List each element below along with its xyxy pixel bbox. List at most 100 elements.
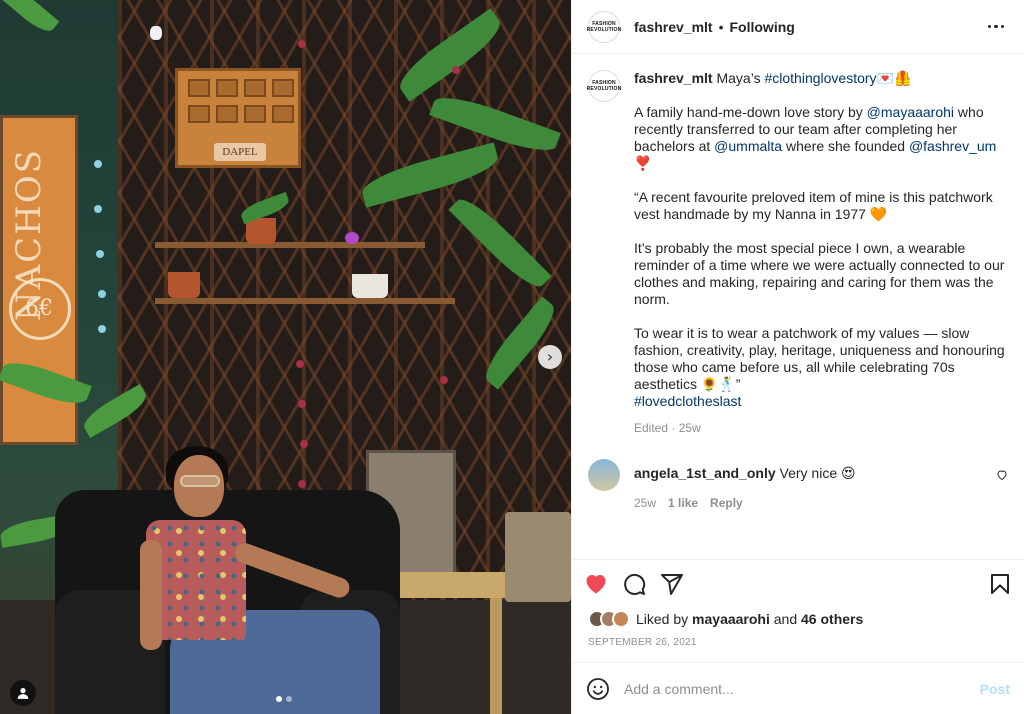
cabinet-drawer [244, 105, 266, 123]
photo-light-ball [296, 360, 304, 368]
photo-light-ball [452, 66, 460, 74]
account-avatar[interactable]: FASHION REVOLUTION [586, 10, 622, 43]
hashtag-link[interactable]: #lovedclotheslast [634, 393, 741, 409]
more-options-icon [987, 24, 992, 29]
bookmark-icon[interactable] [988, 572, 1012, 596]
photo-bulb [150, 26, 162, 40]
carousel-dot [276, 696, 282, 702]
liker-username[interactable]: mayaaarohi [692, 611, 770, 627]
mention-link[interactable]: @ummalta [714, 138, 782, 154]
comment-meta: 25w 1 like Reply [634, 496, 982, 510]
post-modal: NACHOS 6€ DAPEL › FASHION REVOLUTION fas… [0, 0, 1024, 714]
cabinet-drawer [272, 105, 294, 123]
cabinet-drawer [216, 79, 238, 97]
caption-paragraph: “A recent favourite preloved item of min… [634, 189, 993, 222]
post-comment-button[interactable]: Post [980, 681, 1010, 697]
photo-shelf [155, 242, 425, 248]
photo-cabinet: DAPEL [175, 68, 301, 168]
photo-sunglasses [180, 475, 220, 487]
cabinet-drawer [188, 79, 210, 97]
comments-section[interactable]: FASHION REVOLUTION fashrev_mlt Maya’s #c… [572, 54, 1024, 559]
photo-light-ball [298, 40, 306, 48]
caption-emoji: 💌🦺 [876, 70, 912, 86]
photo-light-ball [94, 160, 102, 168]
header-separator: • [718, 18, 724, 35]
caption-edited-meta: Edited · 25w [634, 421, 701, 435]
likes-and: and [773, 611, 798, 627]
post-photo[interactable]: NACHOS 6€ DAPEL › [0, 0, 571, 714]
caption-emoji: ❣️ [634, 155, 652, 171]
heart-outline-icon[interactable] [996, 469, 1008, 481]
post-date[interactable]: SEPTEMBER 26, 2021 [572, 631, 1024, 662]
smiley-icon[interactable] [586, 677, 610, 701]
tagged-users-button[interactable] [10, 680, 36, 706]
post-actions [572, 559, 1024, 607]
comment-time[interactable]: 25w [634, 496, 656, 510]
cabinet-drawer [272, 79, 294, 97]
caption-avatar[interactable]: FASHION REVOLUTION [586, 70, 622, 102]
photo-pot [168, 272, 200, 298]
more-options-button[interactable] [984, 24, 1008, 29]
comment-input[interactable] [624, 680, 966, 697]
comment-item: angela_1st_and_only Very nice 😍 25w 1 li… [588, 459, 1008, 510]
caption: FASHION REVOLUTION fashrev_mlt Maya’s #c… [586, 70, 1008, 437]
photo-table-leg [490, 598, 502, 714]
photo-light-ball [98, 290, 106, 298]
caption-text: Maya’s [716, 70, 761, 86]
photo-light-ball [300, 440, 308, 448]
comment-body: angela_1st_and_only Very nice 😍 25w 1 li… [634, 459, 982, 510]
photo-light-ball [298, 400, 306, 408]
photo-planter-box [505, 512, 571, 602]
caption-text: A family hand-me-down love story by [634, 104, 863, 120]
post-header: FASHION REVOLUTION fashrev_mlt • Followi… [572, 0, 1024, 54]
mention-link[interactable]: @mayaaarohi [867, 104, 954, 120]
sign-price: 6€ [25, 296, 53, 321]
more-options-icon [1000, 24, 1005, 29]
commenter-username[interactable]: angela_1st_and_only [634, 465, 776, 481]
photo-light-ball [298, 480, 306, 488]
cabinet-drawer [188, 105, 210, 123]
post-details-panel: FASHION REVOLUTION fashrev_mlt • Followi… [571, 0, 1024, 714]
reply-button[interactable]: Reply [710, 496, 743, 510]
photo-shelf [155, 298, 455, 304]
likes-summary: Liked by mayaaarohi and 46 others [572, 607, 1024, 631]
heart-filled-icon[interactable] [584, 572, 608, 596]
photo-light-ball [94, 205, 102, 213]
cabinet-drawer [244, 79, 266, 97]
paper-plane-icon[interactable] [660, 572, 684, 596]
cabinet-drawer [216, 105, 238, 123]
following-button[interactable]: Following [730, 19, 795, 35]
avatar-logo-text: REVOLUTION [586, 26, 622, 33]
account-username[interactable]: fashrev_mlt [634, 19, 713, 35]
comment-bubble-icon[interactable] [622, 572, 646, 596]
photo-arm [140, 540, 162, 650]
photo-pot [246, 218, 276, 244]
likes-prefix: Liked by [636, 611, 689, 627]
chevron-right-icon: › [546, 347, 554, 366]
likes-others-link[interactable]: 46 others [801, 611, 863, 627]
photo-light-ball [96, 250, 104, 258]
caption-username[interactable]: fashrev_mlt [634, 70, 713, 86]
caption-paragraph: It’s probably the most special piece I o… [634, 240, 1005, 307]
photo-pot [345, 232, 359, 244]
caption-paragraph: To wear it is to wear a patchwork of my … [634, 325, 1005, 392]
comment-composer: Post [572, 662, 1024, 714]
photo-light-ball [98, 325, 106, 333]
comment-text: Very nice 😍 [779, 465, 856, 481]
mention-link[interactable]: @fashrev_um [909, 138, 996, 154]
photo-pot [352, 274, 388, 298]
hashtag-link[interactable]: #clothinglovestory [764, 70, 876, 86]
cabinet-label: DAPEL [214, 143, 266, 161]
comment-likes[interactable]: 1 like [668, 496, 698, 510]
more-options-icon [994, 24, 998, 29]
avatar-logo-text: REVOLUTION [586, 86, 622, 92]
liker-avatar[interactable] [612, 610, 630, 628]
carousel-pagination [276, 696, 292, 702]
caption-text: where she founded [785, 138, 906, 154]
carousel-dot [286, 696, 292, 702]
commenter-avatar[interactable] [588, 459, 620, 491]
next-photo-button[interactable]: › [538, 345, 562, 369]
caption-body: fashrev_mlt Maya’s #clothinglovestory💌🦺 … [634, 70, 1008, 437]
user-tag-icon [17, 688, 29, 699]
photo-light-ball [440, 376, 448, 384]
